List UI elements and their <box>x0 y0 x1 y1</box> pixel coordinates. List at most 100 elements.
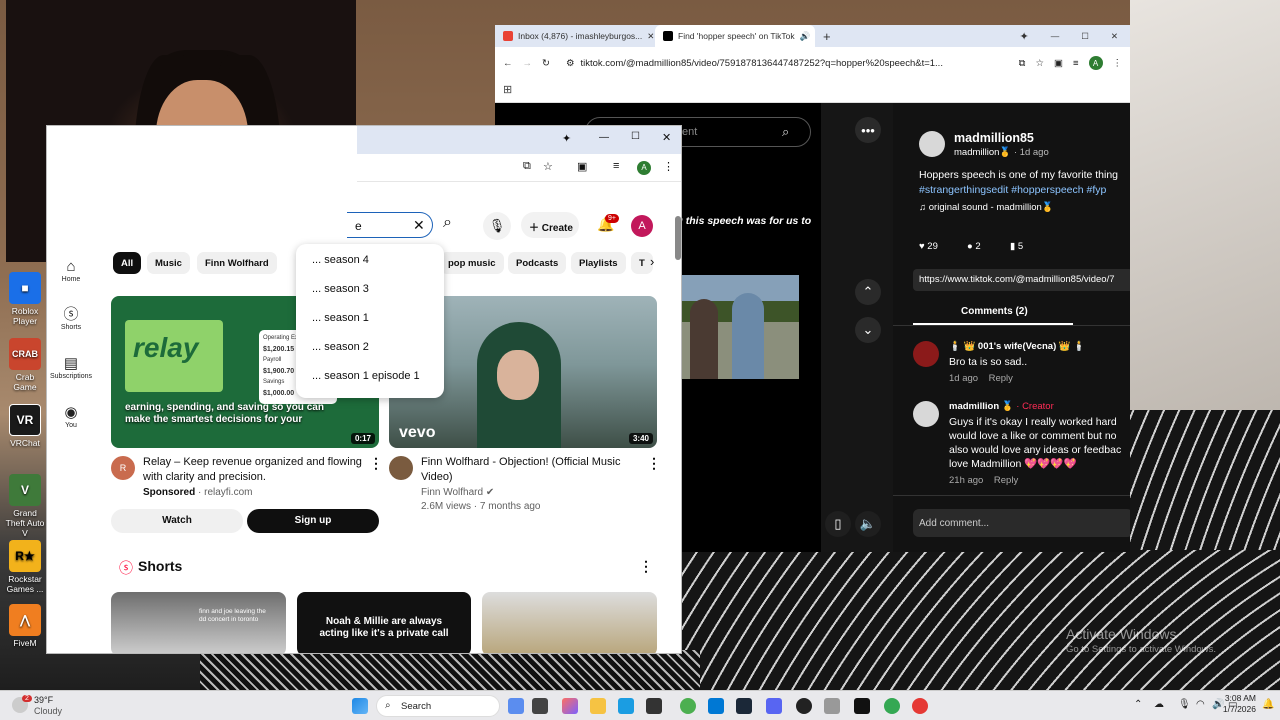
notifications-icon[interactable]: 🔔 <box>1262 699 1274 710</box>
suggestion-item[interactable]: ... season 2 <box>296 331 444 360</box>
speaker-icon[interactable]: 🔊 <box>800 31 811 42</box>
steam-icon[interactable] <box>736 698 752 714</box>
queue-icon[interactable]: ≡ <box>613 160 619 172</box>
shorts-menu-icon[interactable]: ⋮ <box>639 558 653 575</box>
sound-link[interactable]: ♫ original sound - madmillion🥇 <box>919 202 1054 213</box>
comment-button[interactable]: ● 2 <box>967 241 981 252</box>
media-icon[interactable]: ▣ <box>1054 58 1063 69</box>
copilot-icon[interactable] <box>562 698 578 714</box>
bookmark-star-icon[interactable]: ☆ <box>1035 58 1044 69</box>
creator-avatar[interactable] <box>913 401 939 427</box>
menu-kebab-icon[interactable]: ⋮ <box>1113 58 1123 69</box>
like-button[interactable]: ♥ 29 <box>919 241 938 252</box>
reply-button[interactable]: Reply <box>994 475 1018 486</box>
store-icon[interactable] <box>646 698 662 714</box>
desktop-icon-crab-game[interactable]: CRAB Crab Game <box>4 338 46 392</box>
terminal-icon[interactable] <box>854 698 870 714</box>
bookmark-star-icon[interactable]: ☆ <box>543 160 553 173</box>
file-explorer-icon[interactable] <box>590 698 606 714</box>
forward-icon[interactable]: → <box>523 58 533 69</box>
scrollbar-thumb[interactable] <box>675 216 681 260</box>
create-button[interactable]: ＋ Create <box>521 212 579 238</box>
tab-gmail[interactable]: Inbox (4,876) - imashleyburgos... ✕ <box>495 25 655 47</box>
roblox-studio-icon[interactable] <box>912 698 928 714</box>
windows-start-icon[interactable] <box>352 698 368 714</box>
microphone-icon[interactable]: 🎙 <box>483 212 511 240</box>
minimize-icon[interactable]: — <box>1051 31 1060 41</box>
sidebar-item-home[interactable]: ⌂ Home <box>47 258 95 283</box>
channel-name-row[interactable]: Finn Wolfhard ✔ <box>421 487 494 498</box>
weather-widget[interactable]: 2 39°F Cloudy <box>8 695 108 719</box>
desktop-icon-fivem[interactable]: ⋀ FiveM <box>4 604 46 648</box>
onedrive-icon[interactable]: ☁ <box>1154 699 1164 710</box>
gemini-icon[interactable]: ✦ <box>1020 30 1029 43</box>
suggestion-item[interactable]: ... season 1 episode 1 <box>296 360 444 389</box>
short-thumbnail-1[interactable]: finn and joe leaving the dd concert in t… <box>111 592 286 653</box>
chip-music[interactable]: Music <box>147 252 190 274</box>
outlook-icon[interactable] <box>708 698 724 714</box>
chip-podcasts[interactable]: Podcasts <box>508 252 567 274</box>
edge-icon[interactable] <box>618 698 634 714</box>
tab-tiktok[interactable]: Find 'hopper speech' on TikTok 🔊 ✕ <box>655 25 815 47</box>
author-avatar[interactable] <box>919 131 945 157</box>
chrome-profile-icon[interactable] <box>884 698 900 714</box>
widgets-icon[interactable] <box>532 698 548 714</box>
chip-finn-wolfhard[interactable]: Finn Wolfhard <box>197 252 277 274</box>
video-menu-icon[interactable]: ⋮ <box>647 455 661 472</box>
profile-avatar[interactable]: A <box>1088 56 1103 70</box>
obs-icon[interactable] <box>796 698 812 714</box>
install-app-icon[interactable]: ⧉ <box>1019 58 1026 69</box>
queue-icon[interactable]: ≡ <box>1073 58 1079 69</box>
next-video-icon[interactable]: ⌄ <box>855 317 881 343</box>
chevron-right-icon[interactable]: › <box>650 254 654 269</box>
desktop-icon-vrchat[interactable]: VR VRChat <box>4 404 46 448</box>
site-info-icon[interactable]: ⚙ <box>566 58 575 69</box>
url-field[interactable]: ⚙ tiktok.com/@madmillion85/video/7591878… <box>559 52 1009 74</box>
chip-playlists[interactable]: Playlists <box>571 252 626 274</box>
short-thumbnail-2[interactable]: Noah & Millie are always acting like it'… <box>297 592 471 653</box>
share-url-field[interactable]: https://www.tiktok.com/@madmillion85/vid… <box>913 269 1130 291</box>
gemini-icon[interactable]: ✦ <box>562 132 571 145</box>
suggestion-item[interactable]: ... season 4 <box>296 244 444 273</box>
sidebar-item-shorts[interactable]: ⓢ Shorts <box>47 306 95 331</box>
maximize-icon[interactable]: ☐ <box>1081 31 1089 42</box>
clear-search-icon[interactable]: ✕ <box>413 217 425 234</box>
new-tab-button[interactable]: + <box>823 29 831 44</box>
hashtags[interactable]: #strangerthingsedit #hopperspeech #fyp <box>919 184 1106 196</box>
comments-tab[interactable]: Comments (2) <box>961 306 1028 317</box>
volume-icon[interactable]: 🔈 <box>855 511 881 537</box>
search-icon[interactable]: ⌕ <box>443 214 452 232</box>
maximize-icon[interactable]: ☐ <box>631 131 640 142</box>
clock[interactable]: 3:08 AM 1/7/2026 <box>1204 693 1256 715</box>
channel-avatar[interactable] <box>389 456 413 480</box>
youtube-search-input[interactable]: e ✕ <box>347 212 433 238</box>
signup-button[interactable]: Sign up <box>247 509 379 533</box>
save-button[interactable]: ▮ 5 <box>1010 241 1023 252</box>
commenter-avatar[interactable] <box>913 341 939 367</box>
relay-channel-avatar[interactable]: R <box>111 456 135 480</box>
chip-pop-music[interactable]: pop music <box>440 252 504 274</box>
chrome-icon[interactable] <box>680 698 696 714</box>
short-thumbnail-3[interactable] <box>482 592 657 653</box>
taskbar-search[interactable]: ⌕ Search <box>376 695 500 717</box>
close-window-icon[interactable]: ✕ <box>662 131 671 144</box>
desktop-icon-rockstar[interactable]: R★ Rockstar Games ... <box>4 540 46 594</box>
comment-author[interactable]: 🕯️ 👑 001's wife(Vecna) 👑 🕯️ <box>949 341 1085 352</box>
account-avatar[interactable]: A <box>631 215 653 237</box>
more-options-icon[interactable]: ••• <box>855 117 881 143</box>
suggestion-item[interactable]: ... season 1 <box>296 302 444 331</box>
desktop-icon-gta[interactable]: V Grand Theft Auto V <box>4 474 46 538</box>
close-window-icon[interactable]: ✕ <box>1111 31 1118 42</box>
captions-icon[interactable]: ▯ <box>825 511 851 537</box>
media-icon[interactable]: ▣ <box>577 160 587 173</box>
minimize-icon[interactable]: — <box>599 132 609 143</box>
suggestion-item[interactable]: ... season 3 <box>296 273 444 302</box>
ad-title[interactable]: Relay – Keep revenue organized and flowi… <box>143 455 365 485</box>
chevron-up-icon[interactable]: ⌃ <box>1134 699 1142 710</box>
ad-menu-icon[interactable]: ⋮ <box>369 455 383 472</box>
reply-button[interactable]: Reply <box>989 373 1013 384</box>
video-title[interactable]: Finn Wolfhard - Objection! (Official Mus… <box>421 455 641 485</box>
sidebar-item-you[interactable]: ◉ You <box>47 404 95 429</box>
previous-video-icon[interactable]: ⌃ <box>855 279 881 305</box>
profile-avatar[interactable]: A <box>637 161 651 175</box>
